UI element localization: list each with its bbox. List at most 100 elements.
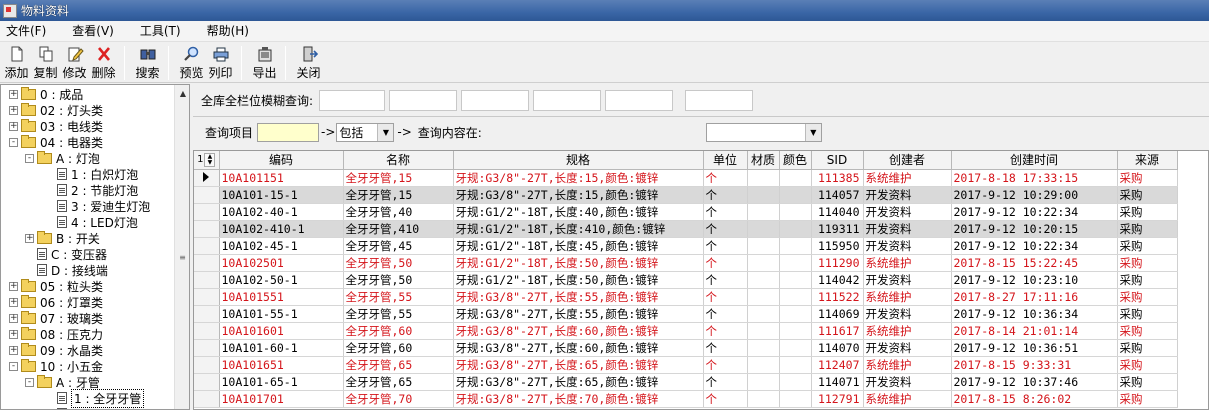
cell-unit[interactable]: 个	[703, 237, 748, 255]
collapse-icon[interactable]: -	[25, 153, 34, 163]
cell-sid[interactable]: 114070	[811, 339, 864, 357]
preview-button[interactable]: 预览	[179, 43, 204, 80]
cell-sid[interactable]: 114042	[811, 271, 864, 289]
cell-source[interactable]: 采购	[1117, 186, 1178, 204]
expand-icon[interactable]: +	[9, 281, 18, 291]
row-indicator[interactable]	[194, 186, 220, 204]
row-indicator[interactable]	[194, 356, 220, 374]
cell-creator[interactable]: 开发资料	[863, 203, 952, 221]
cell-spec[interactable]: 牙规:G3/8"-27T,长度:60,颜色:镀锌	[453, 322, 704, 340]
expand-icon[interactable]: +	[9, 89, 18, 99]
cell-code[interactable]: 10A101701	[219, 390, 344, 408]
cell-unit[interactable]: 个	[703, 220, 748, 238]
cell-name[interactable]: 全牙牙管,55	[343, 305, 454, 323]
cell-code[interactable]: 10A101-55-1	[219, 305, 344, 323]
cell-spec[interactable]: 牙规:G3/8"-27T,长度:55,颜色:镀锌	[453, 288, 704, 306]
cell-created[interactable]: 2017-9-12 10:22:34	[951, 203, 1118, 221]
cell-created[interactable]: 2017-8-15 15:22:45	[951, 254, 1118, 272]
col-header-created[interactable]: 创建时间	[951, 151, 1118, 170]
cell-name[interactable]: 全牙牙管,45	[343, 237, 454, 255]
col-header-name[interactable]: 名称	[343, 151, 454, 170]
cell-spec[interactable]: 牙规:G3/8"-27T,长度:60,颜色:镀锌	[453, 339, 704, 357]
cell-created[interactable]: 2017-9-12 10:36:51	[951, 339, 1118, 357]
table-row[interactable]: 10A101601 全牙牙管,60 牙规:G3/8"-27T,长度:60,颜色:镀锌…	[194, 322, 1178, 340]
cell-created[interactable]: 2017-9-12 10:22:34	[951, 237, 1118, 255]
cell-name[interactable]: 全牙牙管,40	[343, 203, 454, 221]
cell-unit[interactable]: 个	[703, 322, 748, 340]
cell-creator[interactable]: 开发资料	[863, 339, 952, 357]
scroll-up-icon[interactable]: ▲	[175, 85, 189, 102]
query-item-input[interactable]	[257, 122, 320, 142]
cell-color[interactable]	[779, 254, 812, 272]
cell-material[interactable]	[747, 356, 780, 374]
tree-item[interactable]: +05 : 粒头类	[9, 278, 103, 294]
table-row[interactable]: 10A102-50-1 全牙牙管,50 牙规:G1/2"-18T,长度:50,颜色:…	[194, 271, 1178, 289]
tree-item[interactable]: - 04 : 电器类	[9, 134, 103, 150]
cell-material[interactable]	[747, 186, 780, 204]
cell-code[interactable]: 10A102501	[219, 254, 344, 272]
cell-name[interactable]: 全牙牙管,410	[343, 220, 454, 238]
cell-sid[interactable]: 114057	[811, 186, 864, 204]
cell-name[interactable]: 全牙牙管,60	[343, 322, 454, 340]
cell-sid[interactable]: 114069	[811, 305, 864, 323]
col-header-material[interactable]: 材质	[747, 151, 780, 170]
cell-color[interactable]	[779, 390, 812, 408]
delete-button[interactable]: 删除	[91, 43, 116, 80]
cell-material[interactable]	[747, 288, 780, 306]
row-indicator[interactable]	[194, 373, 220, 391]
cell-spec[interactable]: 牙规:G1/2"-18T,长度:45,颜色:镀锌	[453, 237, 704, 255]
cell-name[interactable]: 全牙牙管,15	[343, 186, 454, 204]
cell-created[interactable]: 2017-9-12 10:36:34	[951, 305, 1118, 323]
cell-unit[interactable]: 个	[703, 254, 748, 272]
cell-spec[interactable]: 牙规:G3/8"-27T,长度:15,颜色:镀锌	[453, 186, 704, 204]
cell-color[interactable]	[779, 322, 812, 340]
col-header-code[interactable]: 编码	[219, 151, 344, 170]
col-header-color[interactable]: 颜色	[779, 151, 812, 170]
cell-source[interactable]: 采购	[1117, 305, 1178, 323]
cell-color[interactable]	[779, 356, 812, 374]
row-indicator[interactable]	[194, 288, 220, 306]
cell-name[interactable]: 全牙牙管,70	[343, 390, 454, 408]
cell-creator[interactable]: 开发资料	[863, 373, 952, 391]
row-spinner[interactable]: 1 ▲ ▼	[194, 151, 220, 170]
expand-icon[interactable]: +	[9, 121, 18, 131]
cell-source[interactable]: 采购	[1117, 254, 1178, 272]
cell-sid[interactable]: 111617	[811, 322, 864, 340]
col-header-unit[interactable]: 单位	[703, 151, 748, 170]
cell-color[interactable]	[779, 186, 812, 204]
cell-material[interactable]	[747, 390, 780, 408]
cell-color[interactable]	[779, 305, 812, 323]
add-button[interactable]: 添加	[4, 43, 29, 80]
cell-creator[interactable]: 开发资料	[863, 186, 952, 204]
close-button[interactable]: 关闭	[296, 43, 321, 80]
cell-source[interactable]: 采购	[1117, 390, 1178, 408]
cell-sid[interactable]: 115950	[811, 237, 864, 255]
cell-code[interactable]: 10A101601	[219, 322, 344, 340]
scroll-grip-icon[interactable]: ≡	[177, 253, 188, 269]
print-button[interactable]: 列印	[208, 43, 233, 80]
cell-source[interactable]: 采购	[1117, 339, 1178, 357]
fuzzy-search-input-6[interactable]	[685, 89, 754, 111]
cell-material[interactable]	[747, 254, 780, 272]
tree-item[interactable]: +08 : 压克力	[9, 326, 103, 342]
col-header-spec[interactable]: 规格	[453, 151, 704, 170]
tree-item[interactable]: 1 : 白炽灯泡	[45, 166, 138, 182]
row-indicator[interactable]	[194, 271, 220, 289]
cell-spec[interactable]: 牙规:G1/2"-18T,长度:40,颜色:镀锌	[453, 203, 704, 221]
col-header-source[interactable]: 来源	[1117, 151, 1178, 170]
cell-code[interactable]: 10A102-410-1	[219, 220, 344, 238]
cell-name[interactable]: 全牙牙管,60	[343, 339, 454, 357]
cell-created[interactable]: 2017-9-12 10:37:46	[951, 373, 1118, 391]
cell-creator[interactable]: 开发资料	[863, 220, 952, 238]
cell-color[interactable]	[779, 237, 812, 255]
cell-material[interactable]	[747, 373, 780, 391]
fuzzy-search-input-2[interactable]	[389, 89, 458, 111]
cell-unit[interactable]: 个	[703, 339, 748, 357]
fuzzy-search-input-1[interactable]	[319, 89, 386, 111]
cell-spec[interactable]: 牙规:G1/2"-18T,长度:50,颜色:镀锌	[453, 254, 704, 272]
cell-sid[interactable]: 112791	[811, 390, 864, 408]
tree-item[interactable]: +0 : 成品	[9, 86, 83, 102]
cell-color[interactable]	[779, 271, 812, 289]
expand-icon[interactable]: +	[9, 313, 18, 323]
cell-sid[interactable]: 111522	[811, 288, 864, 306]
